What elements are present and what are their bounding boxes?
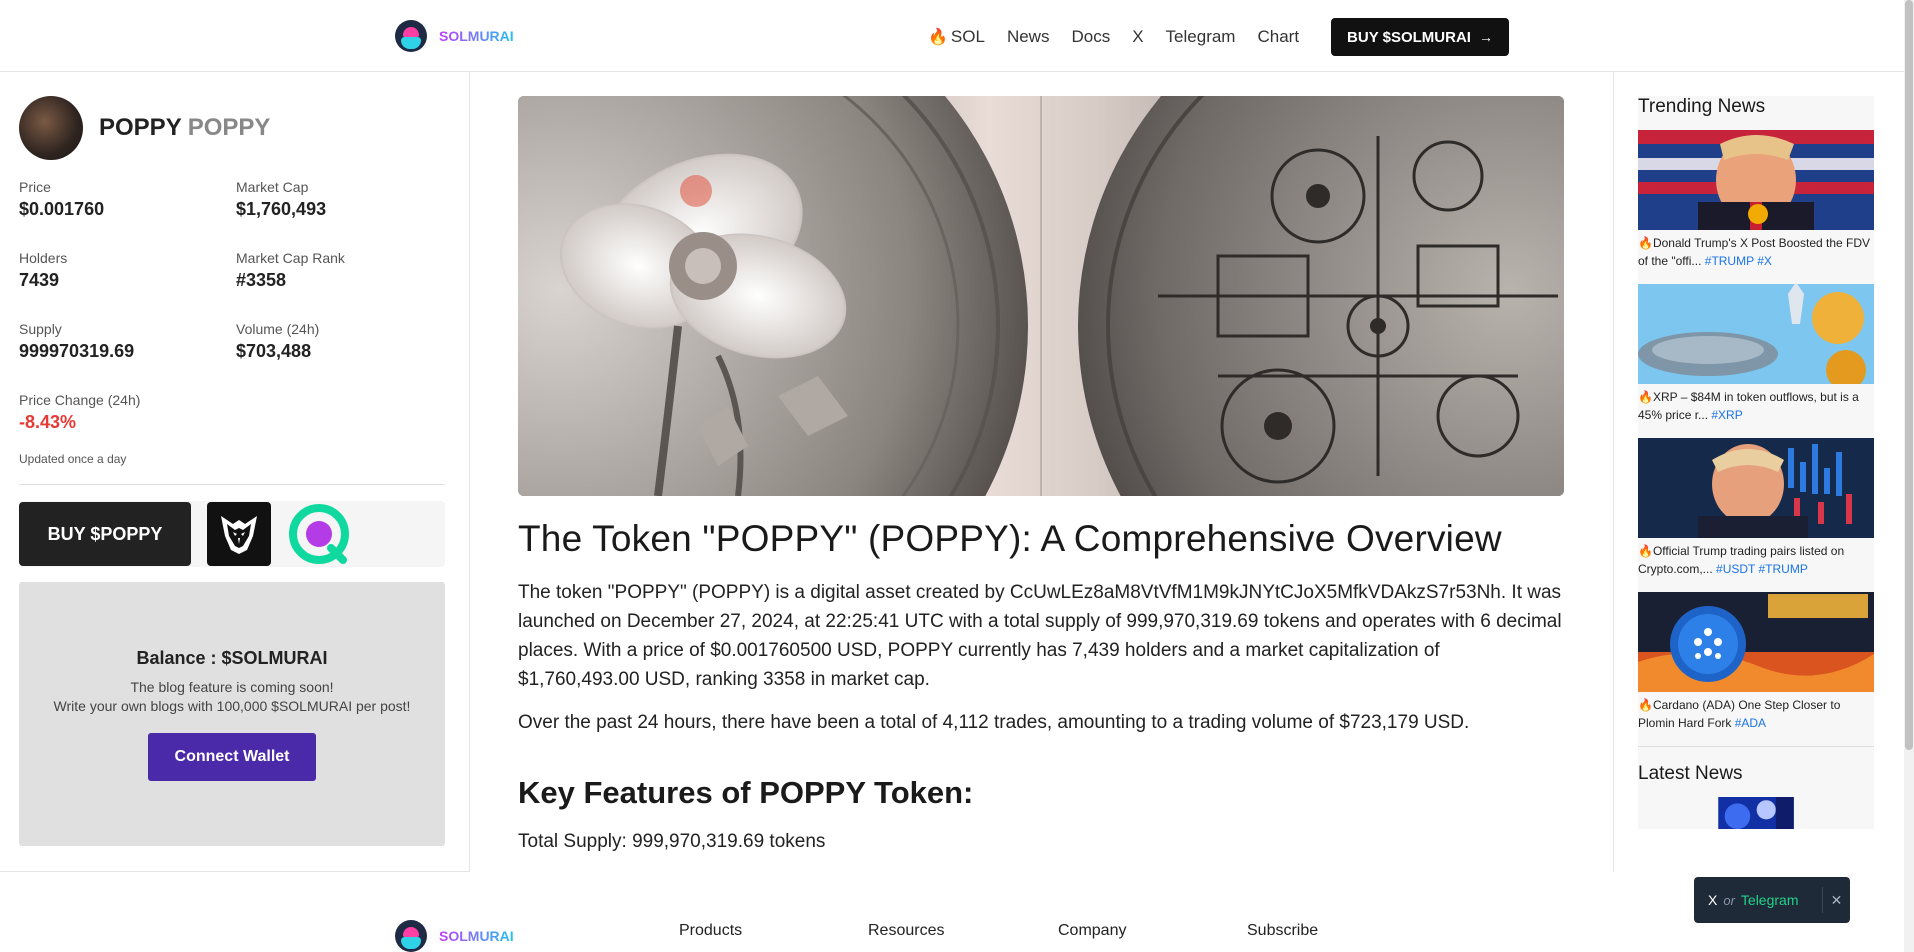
buy-token-button[interactable]: BUY $POPPY	[19, 502, 191, 566]
token-header: POPPY POPPY	[19, 96, 270, 160]
flame-icon: 🔥	[928, 29, 948, 46]
footer-col-subscribe: Subscribe	[1247, 922, 1319, 939]
top-header: SOLMURAI 🔥 SOL News Docs X Telegram Chart…	[0, 0, 1904, 72]
footer-col-resources: Resources	[868, 922, 945, 939]
news-thumbnail	[1638, 284, 1874, 384]
feature-item: Total Supply: 999,970,319.69 tokens	[518, 831, 826, 852]
news-tags[interactable]: #TRUMP #X	[1705, 254, 1772, 268]
news-card[interactable]: 🔥Cardano (ADA) One Step Closer to Plomin…	[1638, 592, 1874, 732]
footer-brand-name: SOLMURAI	[439, 928, 514, 944]
token-name: POPPY	[99, 114, 182, 141]
q-exchange-icon[interactable]	[287, 502, 351, 566]
trending-news-title: Trending News	[1638, 96, 1766, 117]
news-sidebar-inner: Trending News 🔥Donald Trump's X Post Boo…	[1638, 96, 1874, 829]
nav-chart[interactable]: Chart	[1257, 19, 1299, 55]
social-toast: X or Telegram ✕	[1694, 877, 1850, 923]
nav-docs[interactable]: Docs	[1071, 19, 1110, 55]
brand-name: SOLMURAI	[439, 28, 514, 44]
stat-market-cap: Market Cap $1,760,493	[236, 179, 327, 219]
toast-telegram-link[interactable]: Telegram	[1741, 892, 1799, 908]
news-caption: 🔥XRP – $84M in token outflows, but is a …	[1638, 390, 1859, 422]
close-icon[interactable]: ✕	[1822, 887, 1850, 913]
stat-supply: Supply 999970319.69	[19, 321, 135, 361]
main-nav: 🔥 SOL News Docs X Telegram Chart BUY $SOL…	[928, 18, 1509, 56]
solmurai-logo-icon	[395, 20, 427, 52]
nav-news[interactable]: News	[1007, 19, 1050, 55]
article-main: The Token "POPPY" (POPPY): A Comprehensi…	[518, 96, 1564, 853]
token-symbol: POPPY	[187, 114, 271, 141]
news-card[interactable]: 🔥XRP – $84M in token outflows, but is a …	[1638, 284, 1874, 424]
divider	[1638, 746, 1874, 747]
nav-telegram[interactable]: Telegram	[1166, 19, 1236, 55]
stat-price: Price $0.001760	[19, 179, 105, 219]
news-caption: 🔥Donald Trump's X Post Boosted the FDV o…	[1638, 236, 1871, 268]
brand-logo-link[interactable]: SOLMURAI	[395, 20, 514, 52]
token-sidebar: POPPY POPPY Price $0.001760 Market Cap $1…	[0, 72, 470, 872]
news-thumbnail	[1638, 592, 1874, 692]
news-thumbnail	[1638, 130, 1874, 230]
news-thumbnail	[1638, 438, 1874, 538]
news-tags[interactable]: #ADA	[1735, 716, 1766, 730]
footer-col-company: Company	[1058, 922, 1127, 939]
nav-x[interactable]: X	[1132, 19, 1143, 55]
news-sidebar: Trending News 🔥Donald Trump's X Post Boo…	[1613, 72, 1904, 872]
token-avatar	[19, 96, 83, 160]
balance-panel: Balance : $SOLMURAI The blog feature is …	[19, 582, 445, 846]
owl-exchange-icon[interactable]	[207, 502, 271, 566]
toast-x-link[interactable]: X	[1708, 892, 1717, 908]
article-hero-image	[518, 96, 1564, 496]
scrollbar-thumb[interactable]	[1905, 0, 1913, 750]
arrow-right-icon: →	[1478, 29, 1493, 45]
updated-note: Updated once a day	[19, 452, 127, 466]
stat-rank: Market Cap Rank #3358	[236, 250, 345, 290]
article-paragraph-1: The token "POPPY" (POPPY) is a digital a…	[518, 582, 1562, 690]
balance-title: Balance : $SOLMURAI	[136, 648, 328, 668]
news-caption: 🔥Official Trump trading pairs listed on …	[1638, 544, 1845, 576]
latest-news-title: Latest News	[1638, 763, 1743, 784]
latest-news-thumbnail[interactable]	[1638, 797, 1874, 829]
token-title: POPPY POPPY	[99, 114, 270, 142]
news-card[interactable]: 🔥Donald Trump's X Post Boosted the FDV o…	[1638, 130, 1874, 270]
balance-note-2: Write your own blogs with 100,000 $SOLMU…	[53, 698, 411, 714]
connect-wallet-button[interactable]: Connect Wallet	[148, 733, 316, 781]
footer-brand[interactable]: SOLMURAI	[395, 920, 514, 952]
stat-volume: Volume (24h) $703,488	[236, 321, 320, 361]
solmurai-logo-icon	[395, 920, 427, 952]
divider	[19, 484, 445, 485]
page-scrollbar[interactable]	[1904, 0, 1914, 952]
toast-or: or	[1723, 892, 1735, 908]
action-row: BUY $POPPY	[19, 501, 445, 567]
article-title: The Token "POPPY" (POPPY): A Comprehensi…	[518, 518, 1502, 559]
nav-sol[interactable]: 🔥 SOL	[928, 19, 985, 55]
news-caption: 🔥Cardano (ADA) One Step Closer to Plomin…	[1638, 698, 1841, 730]
news-card[interactable]: 🔥Official Trump trading pairs listed on …	[1638, 438, 1874, 578]
news-tags[interactable]: #USDT #TRUMP	[1716, 562, 1808, 576]
article-paragraph-2: Over the past 24 hours, there have been …	[518, 712, 1470, 733]
news-tags[interactable]: #XRP	[1711, 408, 1742, 422]
balance-note-1: The blog feature is coming soon!	[130, 679, 334, 695]
stat-price-change: Price Change (24h) -8.43%	[19, 392, 141, 432]
section-heading: Key Features of POPPY Token:	[518, 775, 974, 810]
buy-solmurai-button[interactable]: BUY $SOLMURAI →	[1331, 18, 1509, 56]
stat-holders: Holders 7439	[19, 250, 68, 290]
footer-col-products: Products	[679, 922, 743, 939]
